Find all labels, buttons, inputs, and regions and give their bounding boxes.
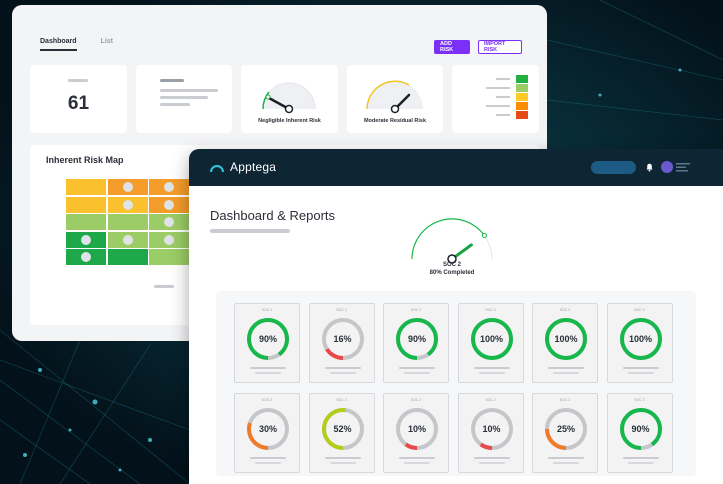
residual-risk-gauge-tile: Moderate Residual Risk bbox=[347, 65, 443, 133]
ring-value: 25% bbox=[556, 424, 575, 434]
legend-swatch bbox=[516, 84, 528, 92]
heat-map-cell[interactable] bbox=[66, 196, 106, 213]
page-title: Dashboard & Reports bbox=[210, 208, 336, 223]
top-bar-pill-button[interactable] bbox=[591, 161, 636, 174]
ring-value: 100% bbox=[479, 334, 504, 344]
ring-caption: SOC 2 bbox=[261, 308, 273, 312]
compliance-ring-card[interactable]: SOC 2 100% bbox=[457, 303, 524, 383]
apptega-logo-icon bbox=[210, 165, 224, 173]
heat-map-cell[interactable] bbox=[107, 249, 148, 265]
heat-map-title: Inherent Risk Map bbox=[46, 155, 124, 165]
heat-map-cell[interactable] bbox=[66, 249, 106, 265]
legend-swatch bbox=[516, 75, 528, 83]
heat-map-cell[interactable] bbox=[149, 249, 189, 265]
ring-value: 10% bbox=[482, 424, 501, 434]
tab-bar: Dashboard List bbox=[40, 38, 113, 51]
summary-tile bbox=[136, 65, 232, 133]
ring-value: 30% bbox=[258, 424, 277, 434]
bell-icon[interactable] bbox=[645, 162, 654, 172]
legend-item bbox=[452, 75, 539, 83]
tab-dashboard[interactable]: Dashboard bbox=[40, 38, 77, 51]
compliance-ring-card[interactable]: SOC 2 10% bbox=[383, 393, 449, 473]
ring-caption: SOC 2 bbox=[485, 398, 496, 402]
ring-value: 52% bbox=[333, 424, 352, 434]
legend-item bbox=[452, 93, 539, 101]
heat-map-cell[interactable] bbox=[107, 196, 148, 213]
heat-map-cell[interactable] bbox=[107, 179, 148, 195]
ring-value: 100% bbox=[554, 334, 578, 344]
compliance-ring-card[interactable]: SOC 2 30% bbox=[234, 393, 300, 473]
ring-caption: SOC 2 bbox=[410, 398, 422, 402]
soc2-progress-text: 80% Completed bbox=[429, 270, 475, 276]
residual-risk-label: Moderate Residual Risk bbox=[363, 118, 427, 124]
heat-map-cell[interactable] bbox=[107, 214, 148, 230]
add-risk-button[interactable]: ADD RISK bbox=[434, 40, 470, 54]
legend-item bbox=[452, 102, 539, 110]
heat-map-cell[interactable] bbox=[66, 214, 106, 230]
compliance-ring-card[interactable]: SOC 2 90% bbox=[234, 303, 300, 383]
risk-dot[interactable] bbox=[122, 234, 133, 245]
risk-dot[interactable] bbox=[122, 199, 133, 210]
risk-dot[interactable] bbox=[164, 217, 174, 227]
compliance-rings-panel: SOC 2 90% SOC 2 16% SOC 2 90% SOC 2 100% SOC 2 10… bbox=[216, 291, 696, 476]
risk-count-value: 61 bbox=[67, 93, 90, 114]
ring-caption: SOC 2 bbox=[336, 308, 347, 312]
ring-caption: SOC 2 bbox=[410, 308, 422, 312]
ring-value: 90% bbox=[407, 334, 426, 344]
ring-caption: SOC 2 bbox=[634, 398, 645, 402]
legend-item bbox=[452, 111, 539, 119]
risk-dot[interactable] bbox=[164, 199, 174, 210]
compliance-ring-card[interactable]: SOC 2 100% bbox=[606, 303, 673, 383]
heat-map-cell[interactable] bbox=[149, 231, 189, 248]
risk-dot[interactable] bbox=[81, 234, 91, 245]
risk-legend-tile bbox=[452, 65, 539, 133]
risk-count-tile: 61 bbox=[30, 65, 127, 133]
heat-map-cell[interactable] bbox=[149, 214, 189, 230]
heat-map-cell[interactable] bbox=[66, 231, 106, 248]
ring-value: 16% bbox=[333, 334, 352, 344]
inherent-risk-gauge-tile: Negligible Inherent Risk bbox=[241, 65, 338, 133]
ring-caption: SOC 2 bbox=[336, 398, 347, 402]
compliance-ring-card[interactable]: SOC 2 25% bbox=[532, 393, 598, 473]
soc2-progress-gauge bbox=[411, 218, 493, 264]
menu-icon[interactable] bbox=[676, 163, 690, 172]
brand: Apptega bbox=[209, 160, 276, 174]
apptega-window: Apptega Dashboard & Reports SOC 2 80% Co… bbox=[189, 149, 723, 484]
ring-value: 90% bbox=[258, 334, 277, 344]
risk-dot[interactable] bbox=[164, 182, 174, 192]
heat-map-cell[interactable] bbox=[66, 179, 106, 195]
compliance-ring-card[interactable]: SOC 2 90% bbox=[606, 393, 673, 473]
heat-map-cell[interactable] bbox=[107, 231, 148, 248]
compliance-ring-card[interactable]: SOC 2 10% bbox=[457, 393, 524, 473]
ring-caption: SOC 2 bbox=[559, 308, 571, 312]
compliance-ring-card[interactable]: SOC 2 16% bbox=[308, 303, 375, 383]
compliance-ring-card[interactable]: SOC 2 52% bbox=[308, 393, 375, 473]
legend-swatch bbox=[516, 93, 528, 101]
risk-dot[interactable] bbox=[81, 252, 91, 262]
ring-value: 90% bbox=[631, 424, 650, 434]
subtitle-placeholder bbox=[210, 229, 290, 233]
ring-value: 100% bbox=[628, 334, 653, 344]
brand-name: Apptega bbox=[230, 160, 277, 174]
heat-map-cell[interactable] bbox=[149, 179, 189, 195]
legend-swatch bbox=[516, 102, 528, 110]
heat-map-cell[interactable] bbox=[149, 196, 189, 213]
ring-caption: SOC 2 bbox=[485, 308, 496, 312]
soc2-label: SOC 2 bbox=[442, 262, 461, 268]
compliance-ring-card[interactable]: SOC 2 90% bbox=[383, 303, 449, 383]
inherent-risk-label: Negligible Inherent Risk bbox=[258, 118, 321, 124]
ring-value: 10% bbox=[407, 424, 426, 434]
ring-caption: SOC 2 bbox=[634, 308, 645, 312]
avatar[interactable] bbox=[661, 161, 673, 173]
risk-dot[interactable] bbox=[164, 234, 174, 245]
import-risk-button[interactable]: IMPORT RISK bbox=[478, 40, 522, 54]
tab-list[interactable]: List bbox=[101, 38, 113, 51]
top-bar: Apptega bbox=[189, 149, 723, 186]
compliance-ring-card[interactable]: SOC 2 100% bbox=[532, 303, 598, 383]
risk-dot[interactable] bbox=[122, 182, 133, 192]
ring-caption: SOC 2 bbox=[559, 398, 571, 402]
ring-caption: SOC 2 bbox=[261, 398, 273, 402]
legend-swatch bbox=[516, 111, 528, 119]
legend-item bbox=[452, 84, 539, 92]
